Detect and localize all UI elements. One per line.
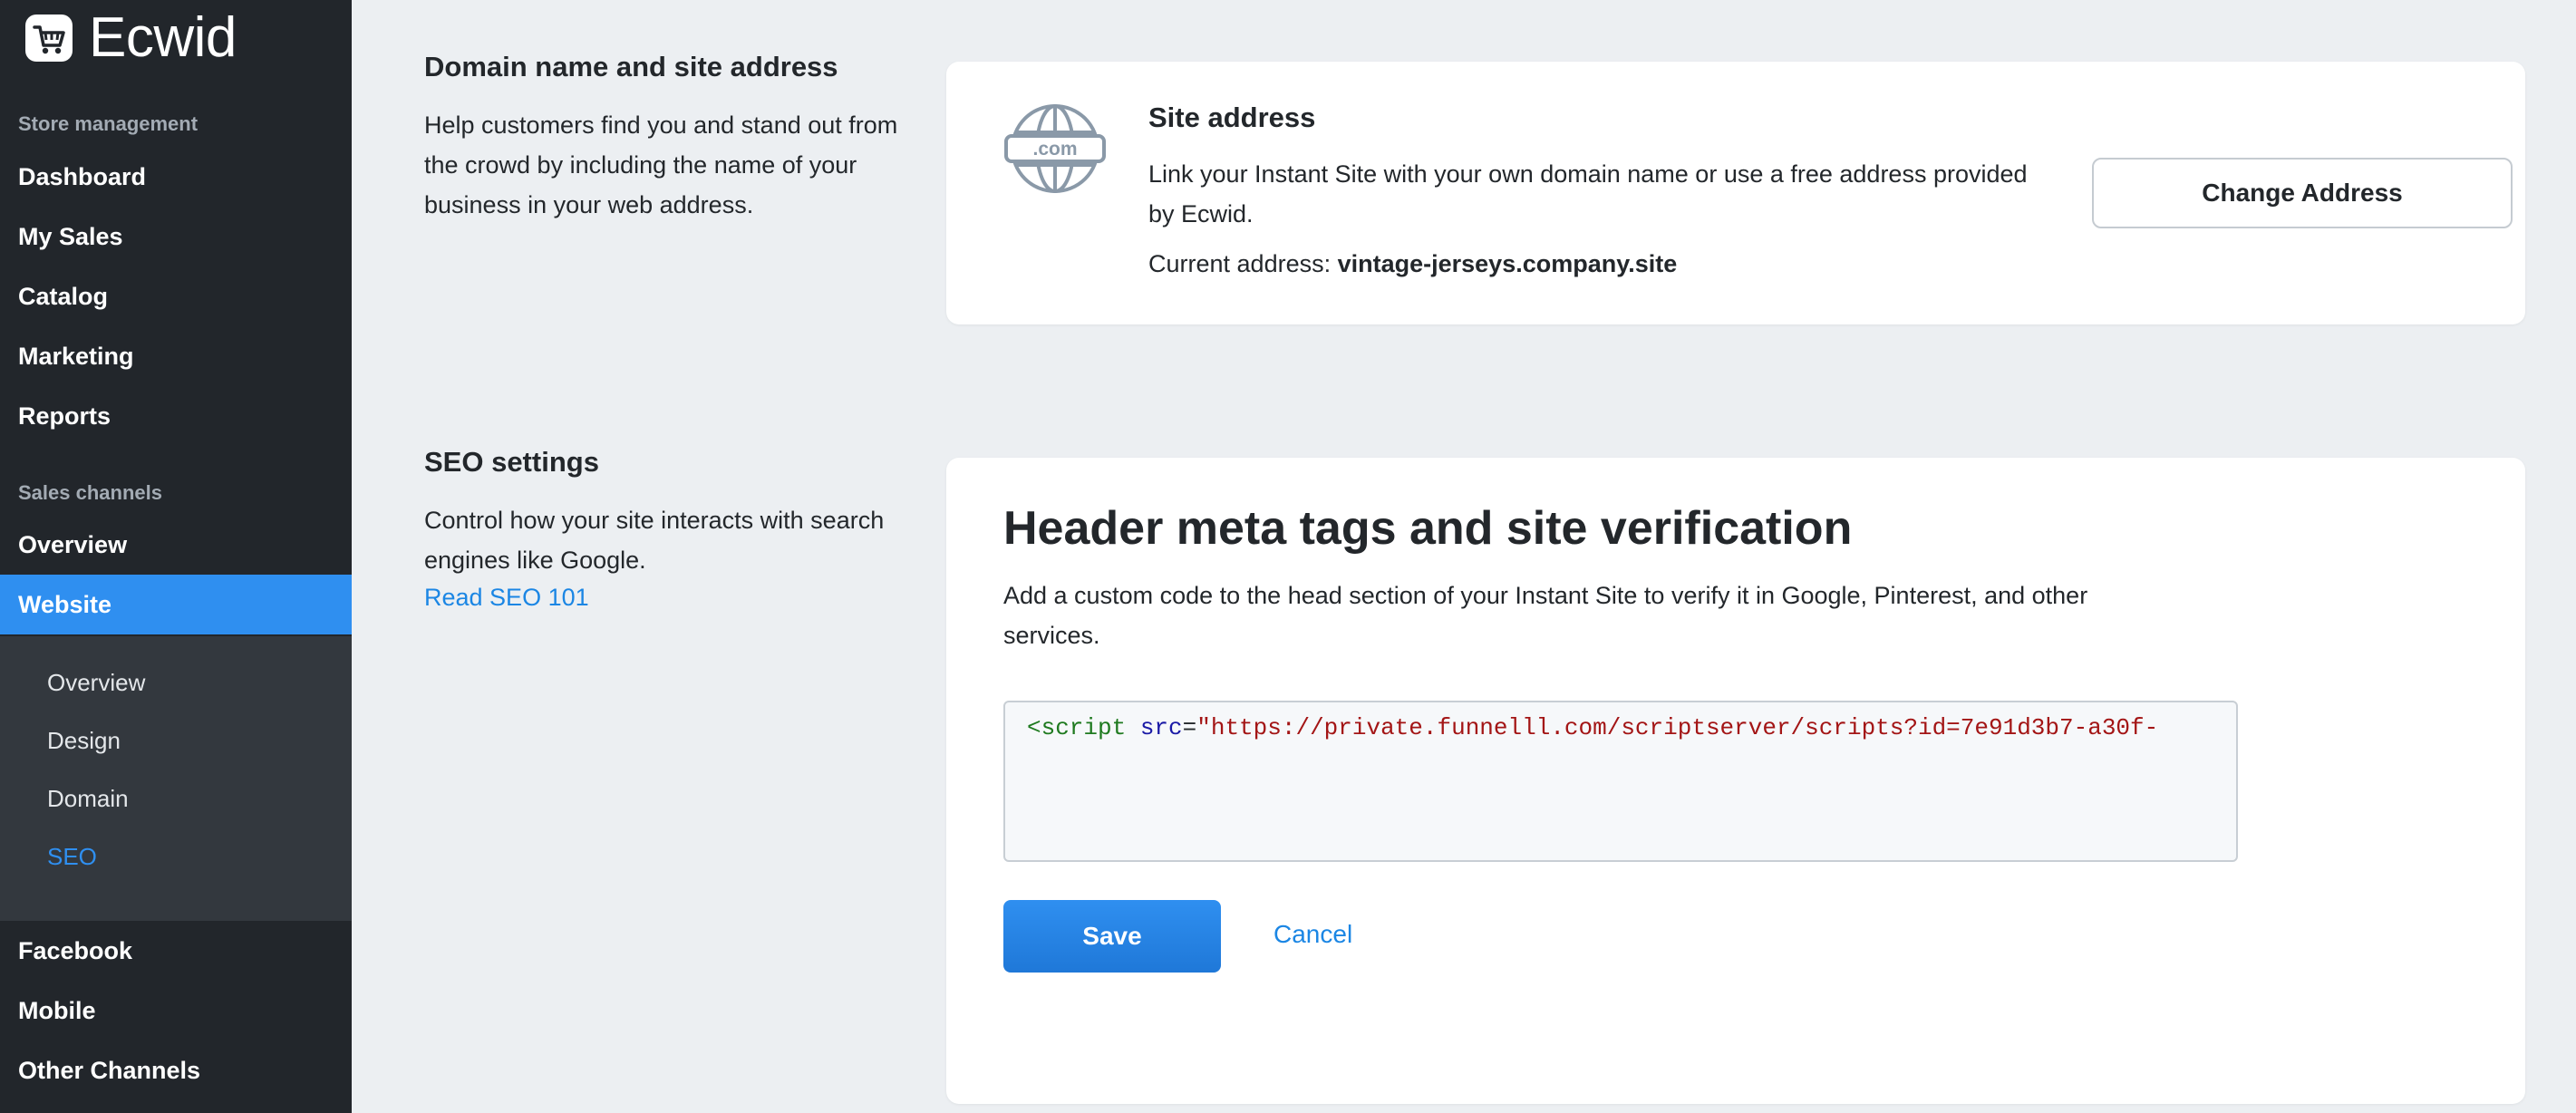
- website-subnav: Overview Design Domain SEO: [0, 636, 352, 921]
- header-meta-description: Add a custom code to the head section of…: [1003, 582, 2088, 649]
- code-line: <script src="https://private.funnelll.co…: [1027, 711, 2158, 744]
- sidebar-item-my-sales[interactable]: My Sales: [0, 207, 352, 266]
- sales-channels-label: Sales channels: [18, 481, 162, 504]
- sidebar-item-marketing[interactable]: Marketing: [0, 326, 352, 386]
- header-meta-card: Header meta tags and site verification A…: [946, 458, 2525, 1104]
- store-management-label: Store management: [18, 112, 199, 135]
- sidebar-item-reports[interactable]: Reports: [0, 386, 352, 446]
- subnav-item-domain[interactable]: Domain: [47, 780, 129, 817]
- subnav-item-overview[interactable]: Overview: [47, 664, 145, 701]
- sidebar-item-facebook[interactable]: Facebook: [0, 921, 352, 981]
- read-seo-101-link[interactable]: Read SEO 101: [424, 584, 589, 612]
- seo-section-title: SEO settings: [424, 446, 599, 478]
- current-address-value: vintage-jerseys.company.site: [1337, 250, 1678, 277]
- site-address-card: .com Site address Link your Instant Site…: [946, 62, 2525, 324]
- cancel-button[interactable]: Cancel: [1273, 920, 1352, 949]
- subnav-item-design[interactable]: Design: [47, 722, 121, 759]
- logo-text: Ecwid: [89, 6, 237, 69]
- current-address-label: Current address:: [1148, 250, 1332, 277]
- site-address-description: Link your Instant Site with your own dom…: [1148, 160, 2028, 227]
- custom-code-editor[interactable]: <script src="https://private.funnelll.co…: [1003, 701, 2238, 862]
- domain-section-description: Help customers find you and stand out fr…: [424, 111, 898, 218]
- seo-section-description: Control how your site interacts with sea…: [424, 507, 885, 574]
- code-eq: =: [1182, 714, 1197, 741]
- code-tag: <script: [1027, 714, 1127, 741]
- code-string: "https://private.funnelll.com/scriptserv…: [1196, 714, 2159, 741]
- sidebar-item-dashboard[interactable]: Dashboard: [0, 147, 352, 207]
- sidebar-item-catalog[interactable]: Catalog: [0, 266, 352, 326]
- sidebar: Ecwid Store management Dashboard My Sale…: [0, 0, 352, 1113]
- code-attr: src: [1139, 714, 1183, 741]
- site-address-title: Site address: [1148, 102, 1316, 133]
- ecwid-logo[interactable]: Ecwid: [24, 9, 237, 67]
- cart-logo-icon: [25, 15, 73, 62]
- sidebar-item-website[interactable]: Website: [0, 575, 352, 634]
- sidebar-item-overview[interactable]: Overview: [0, 515, 352, 575]
- subnav-item-seo[interactable]: SEO: [47, 838, 97, 875]
- sidebar-item-other-channels[interactable]: Other Channels: [0, 1040, 352, 1100]
- domain-section-title: Domain name and site address: [424, 51, 838, 82]
- header-meta-title: Header meta tags and site verification: [1003, 502, 1853, 555]
- change-address-button[interactable]: Change Address: [2092, 158, 2513, 228]
- globe-icon-label: .com: [1032, 139, 1077, 160]
- sidebar-item-mobile[interactable]: Mobile: [0, 981, 352, 1040]
- save-button[interactable]: Save: [1003, 900, 1221, 973]
- current-address: Current address: vintage-jerseys.company…: [1148, 250, 1677, 278]
- globe-icon: .com: [1004, 104, 1106, 193]
